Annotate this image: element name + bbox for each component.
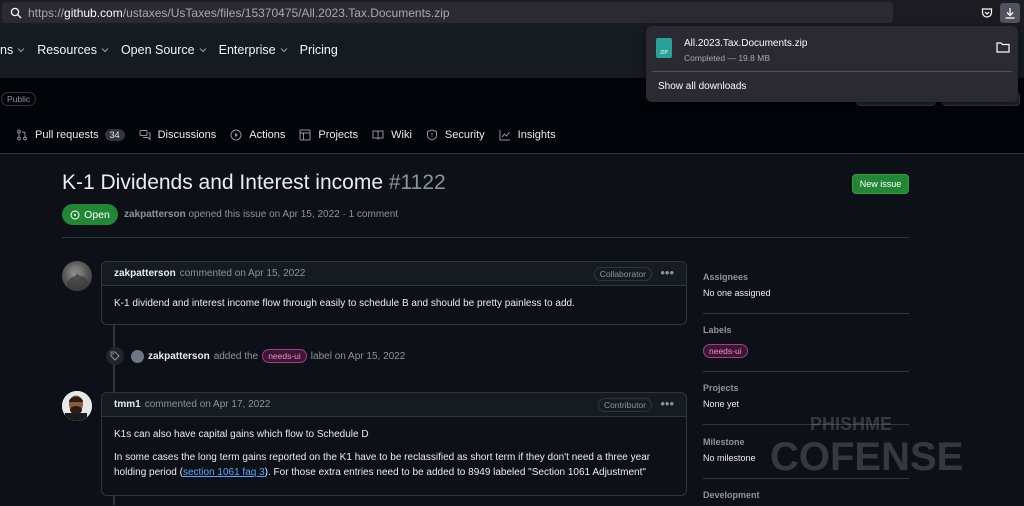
show-all-downloads-button[interactable]: Show all downloads [658, 81, 746, 92]
discussions-icon [139, 130, 151, 141]
browser-toolbar: https://github.com/ustaxes/UsTaxes/files… [0, 0, 1024, 26]
issue-author-link[interactable]: zakpatterson [124, 209, 186, 220]
comment-author-link[interactable]: zakpatterson [114, 268, 176, 279]
downloads-button[interactable] [1000, 3, 1020, 23]
header-divider [62, 237, 909, 238]
comment-author-link[interactable]: tmm1 [114, 399, 141, 410]
comment: tmm1 commented on Apr 17, 2022 Contribut… [101, 392, 687, 496]
download-icon [1005, 8, 1015, 19]
issue-state-badge: Open [62, 204, 118, 225]
sidebar-assignees[interactable]: Assignees No one assigned [703, 272, 909, 298]
avatar[interactable] [62, 261, 92, 291]
comment-body: K1s can also have capital gains which fl… [114, 429, 651, 478]
more-options-icon[interactable]: ••• [660, 396, 674, 411]
issue-open-icon [70, 210, 80, 219]
collaborator-badge: Collaborator [593, 267, 652, 281]
nav-solutions[interactable]: ns [0, 43, 25, 57]
nav-open-source[interactable]: Open Source [121, 43, 207, 57]
search-icon [10, 7, 22, 18]
tab-actions[interactable]: Actions [230, 129, 285, 141]
tab-discussions[interactable]: Discussions [139, 129, 216, 141]
new-issue-button[interactable]: New issue [852, 174, 909, 194]
pocket-icon[interactable] [978, 4, 996, 22]
zip-file-icon: ZIP [656, 38, 672, 58]
downloads-panel: ZIP All.2023.Tax.Documents.zip Completed… [646, 26, 1018, 102]
label-event: zakpatterson added the needs-ui label on… [106, 347, 405, 365]
tab-security[interactable]: Security [426, 129, 485, 141]
header-nav: ns Resources Open Source Enterprise Pric… [0, 43, 350, 57]
sidebar-divider [703, 313, 909, 314]
url-text: https://github.com/ustaxes/UsTaxes/files… [28, 5, 450, 20]
panel-divider [652, 71, 1012, 72]
comment: zakpatterson commented on Apr 15, 2022 C… [101, 261, 687, 325]
sidebar-projects[interactable]: Projects None yet [703, 383, 909, 409]
tab-insights[interactable]: Insights [499, 129, 556, 141]
pull-requests-count: 34 [104, 129, 125, 141]
label-needs-ui[interactable]: needs-ui [262, 349, 307, 363]
play-icon [230, 129, 242, 141]
tag-icon [106, 347, 124, 365]
issue-meta: zakpatterson opened this issue on Apr 15… [124, 209, 399, 220]
sidebar-labels[interactable]: Labels needs-ui [703, 325, 909, 359]
more-options-icon[interactable]: ••• [660, 265, 674, 280]
comment-header: tmm1 commented on Apr 17, 2022 Contribut… [102, 393, 686, 417]
tab-pull-requests[interactable]: Pull requests 34 [16, 129, 125, 141]
sidebar-development[interactable]: Development [703, 490, 909, 506]
nav-resources[interactable]: Resources [37, 43, 109, 57]
nav-pricing[interactable]: Pricing [300, 43, 338, 57]
table-icon [299, 129, 311, 141]
graph-icon [499, 130, 510, 141]
label-needs-ui[interactable]: needs-ui [703, 344, 748, 358]
chevron-down-icon [280, 48, 288, 53]
pull-request-icon [17, 129, 27, 141]
download-status: Completed — 19.8 MB [684, 53, 770, 63]
folder-icon[interactable] [996, 41, 1010, 53]
sidebar-divider [703, 371, 909, 372]
section-1061-link[interactable]: section 1061 faq 3 [183, 467, 265, 478]
repo-tabs: Pull requests 34 Discussions Actions Pro… [16, 129, 570, 141]
sidebar-divider [703, 478, 909, 479]
watermark-line1: PHISHME [810, 414, 892, 434]
book-icon [372, 130, 384, 140]
contributor-badge: Contributor [597, 398, 652, 412]
issue-number: #1122 [388, 171, 446, 194]
issue-title: K-1 Dividends and Interest income #1122 [62, 171, 446, 194]
cofense-watermark: PHISHME COFENSE [770, 414, 963, 478]
shield-icon [426, 129, 437, 141]
address-bar[interactable]: https://github.com/ustaxes/UsTaxes/files… [2, 2, 893, 23]
event-actor-link[interactable]: zakpatterson [148, 351, 210, 362]
tab-projects[interactable]: Projects [299, 129, 358, 141]
comment-body: K-1 dividend and interest income flow th… [114, 298, 575, 309]
tab-wiki[interactable]: Wiki [372, 129, 412, 141]
download-file-name[interactable]: All.2023.Tax.Documents.zip [684, 38, 807, 49]
nav-enterprise[interactable]: Enterprise [219, 43, 288, 57]
visibility-badge: Public [1, 92, 37, 106]
chevron-down-icon [101, 48, 109, 53]
comment-header: zakpatterson commented on Apr 15, 2022 C… [102, 262, 686, 286]
chevron-down-icon [199, 48, 207, 53]
watermark-line2: COFENSE [770, 435, 963, 478]
chevron-down-icon [17, 48, 25, 53]
avatar[interactable] [131, 349, 144, 363]
avatar[interactable] [62, 391, 92, 421]
